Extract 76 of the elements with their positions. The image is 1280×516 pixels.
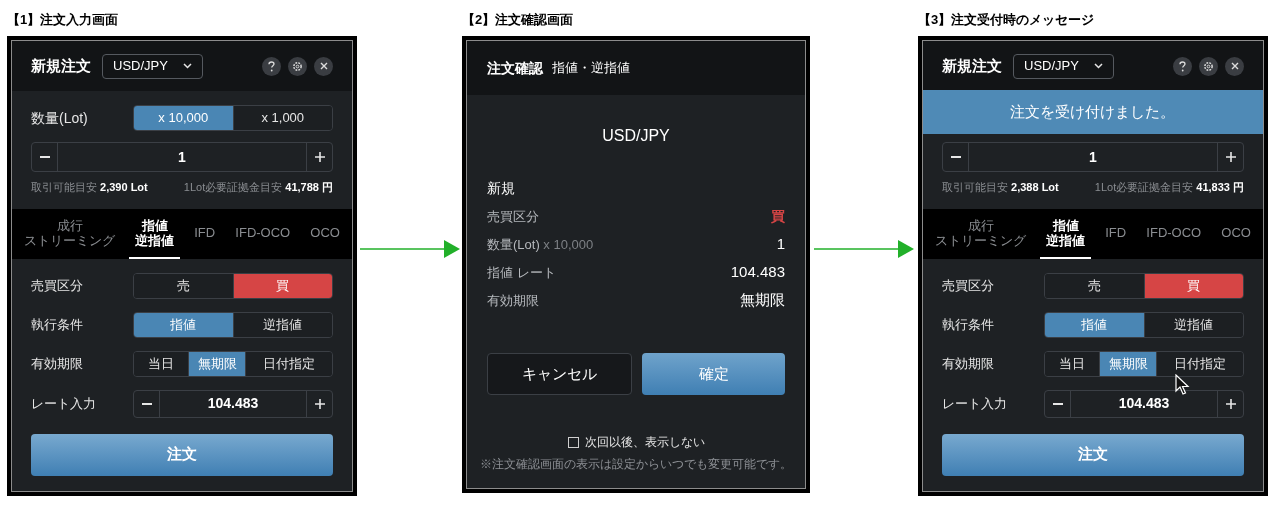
field-label: 指値 レート <box>487 263 556 282</box>
field-label: レート入力 <box>31 394 97 413</box>
currency-pair: USD/JPY <box>601 126 671 146</box>
order-type-tab[interactable]: IFD <box>188 208 222 259</box>
close-button[interactable] <box>314 56 333 76</box>
order-type-tab[interactable]: IFD <box>1099 208 1133 259</box>
segment-option[interactable]: 逆指値 <box>232 312 332 337</box>
segment-option[interactable]: 買 <box>232 273 332 298</box>
field-label: レート入力 <box>942 394 1008 413</box>
segment-option[interactable]: 逆指値 <box>1143 312 1243 337</box>
help-button[interactable] <box>1173 56 1192 76</box>
segment-option[interactable]: x 10,000 <box>134 106 233 130</box>
order-type-tab[interactable]: 成行 ストリーミング <box>18 208 121 259</box>
field-value: 104.483 <box>730 262 785 283</box>
field-label: 売買区分 <box>487 207 539 226</box>
order-type-tab[interactable]: IFD-OCO <box>1140 208 1208 259</box>
segment-option[interactable]: 日付指定 <box>1156 351 1243 376</box>
currency-dropdown[interactable]: USD/JPY <box>102 53 203 79</box>
chevron-down-icon <box>1094 63 1103 69</box>
close-button[interactable] <box>1225 56 1244 76</box>
field-label: 売買区分 <box>942 276 995 295</box>
section-title: 新規 <box>487 179 516 198</box>
settings-button[interactable] <box>1199 56 1218 76</box>
order-type-tab[interactable]: 指値 逆指値 <box>1040 208 1092 259</box>
segment-option[interactable]: 日付指定 <box>245 351 332 376</box>
checkbox-label: 次回以後、表示しない <box>584 434 705 451</box>
info-text: 1Lot必要証拠金目安 41,833 円 <box>1094 180 1244 195</box>
info-text: 1Lot必要証拠金目安 41,788 円 <box>183 180 333 195</box>
help-icon <box>1179 60 1186 72</box>
checkbox[interactable] <box>567 436 579 448</box>
currency-dropdown[interactable]: USD/JPY <box>1013 53 1114 79</box>
section-caption: 【3】注文受付時のメッセージ <box>918 11 1096 29</box>
field-value: 1 <box>776 234 785 255</box>
order-type-tab[interactable]: OCO <box>304 208 346 259</box>
order-type-tab[interactable]: IFD-OCO <box>229 208 297 259</box>
settings-icon <box>292 60 303 72</box>
panel-title: 新規注文 <box>31 55 91 76</box>
field-label: 売買区分 <box>31 276 84 295</box>
cancel-button[interactable]: キャンセル <box>487 353 632 395</box>
segment-option[interactable]: x 1,000 <box>232 106 332 130</box>
close-icon <box>319 62 328 70</box>
panel-title: 注文確認 <box>487 58 543 78</box>
field-label: 執行条件 <box>31 315 84 334</box>
arrow-icon <box>359 237 460 261</box>
field-label: 有効期限 <box>942 354 995 373</box>
panel-subtitle: 指値・逆指値 <box>552 59 630 78</box>
field-label: 数量(Lot) <box>31 108 89 128</box>
info-text: 取引可能目安 2,390 Lot <box>31 180 148 195</box>
toast-message: 注文を受け付けました。 <box>923 90 1263 134</box>
field-label: 有効期限 <box>31 354 84 373</box>
segment-option[interactable]: 無期限 <box>188 351 245 376</box>
field-value: 買 <box>771 207 785 226</box>
order-type-tab[interactable]: OCO <box>1215 208 1257 259</box>
confirm-button[interactable]: 確定 <box>642 353 785 395</box>
field-label: 数量(Lot) x 10,000 <box>487 235 594 254</box>
chevron-down-icon <box>183 63 192 69</box>
section-caption: 【2】注文確認画面 <box>462 11 575 29</box>
field-label: 有効期限 <box>487 291 539 310</box>
help-button[interactable] <box>262 56 281 76</box>
field-value: 無期限 <box>740 290 785 311</box>
arrow-icon <box>814 237 914 261</box>
section-caption: 【1】注文入力画面 <box>7 11 120 29</box>
segment-option[interactable]: 指値 <box>134 312 233 337</box>
order-type-tab[interactable]: 指値 逆指値 <box>129 208 181 259</box>
close-icon <box>1230 62 1239 70</box>
segment-option[interactable]: 無期限 <box>1099 351 1156 376</box>
segment-option[interactable]: 指値 <box>1045 312 1144 337</box>
settings-icon <box>1203 60 1214 72</box>
settings-button[interactable] <box>288 56 307 76</box>
info-text: 取引可能目安 2,388 Lot <box>942 180 1059 195</box>
note-text: ※注文確認画面の表示は設定からいつでも変更可能です。 <box>479 456 793 473</box>
help-icon <box>268 60 275 72</box>
segment-option[interactable]: 買 <box>1143 273 1243 298</box>
field-label: 執行条件 <box>942 315 995 334</box>
panel-title: 新規注文 <box>942 55 1002 76</box>
order-type-tab[interactable]: 成行 ストリーミング <box>929 208 1032 259</box>
